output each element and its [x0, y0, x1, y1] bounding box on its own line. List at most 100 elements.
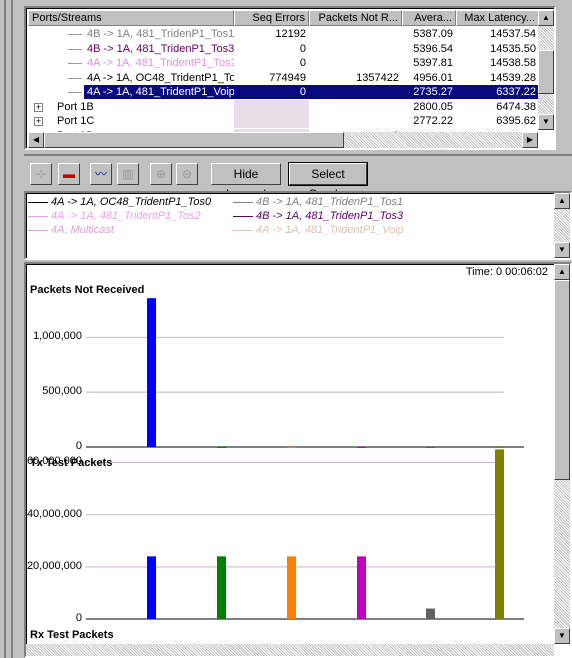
cell-pnr — [309, 100, 402, 114]
cell-seq: 0 — [234, 85, 309, 99]
y-tick-label: 40,000,000 — [26, 507, 82, 520]
scroll-up-icon[interactable]: ▲ — [554, 193, 570, 209]
table-row[interactable]: 4B -> 1A, 481_TridenP1_Tos3 0 5396.54 14535… — [28, 42, 539, 56]
scroll-down-icon[interactable]: ▼ — [538, 114, 554, 130]
cell-max: 6474.38 — [496, 100, 536, 113]
scroll-left-icon[interactable]: ◀ — [28, 132, 44, 148]
y-tick-label: 500,000 — [42, 385, 82, 398]
cell-avg: 2772.22 — [413, 115, 453, 127]
add-graph-button[interactable]: ⊹ — [30, 163, 52, 185]
vertical-scrollbar[interactable]: ▲ ▼ — [538, 10, 554, 130]
legend-scrollbar[interactable]: ▲ ▼ — [554, 193, 570, 258]
legend-item[interactable]: 4A, Multicast — [28, 224, 114, 236]
bar — [357, 447, 366, 448]
table-row[interactable]: 4A -> 1A, 481_TridentP1_Tos2 0 5397.81 1453… — [28, 56, 539, 70]
stream-name: 4A -> 1A, 481_TridentP1_Tos2 — [87, 57, 234, 69]
stream-name: Port 1B — [57, 100, 94, 113]
legend-panel: 4A -> 1A, OC48_TridentP1_Tos0 4B -> 1A, 4… — [24, 191, 572, 260]
chart-title: Rx Test Packets — [30, 629, 114, 641]
line-chart-button[interactable]: 〰 — [90, 163, 112, 185]
bar — [426, 447, 435, 448]
zoom-in-icon: ⊕ — [155, 167, 167, 181]
cell-seq: 0 — [299, 57, 306, 69]
bar-chart-button[interactable]: ▥ — [117, 163, 139, 185]
cell-pnr — [309, 42, 402, 56]
legend-swatch — [233, 201, 253, 203]
stream-name: 4A -> 1A, 481_TridentP1_Voip — [84, 85, 234, 99]
cell-seq — [234, 114, 309, 128]
expand-icon[interactable]: + — [34, 117, 43, 126]
legend-item[interactable]: 4A -> 1A, 481_TridentP1_Tos2 — [28, 210, 201, 222]
legend-item[interactable]: 4B -> 1A, 481_TridenP1_Tos1 — [233, 196, 403, 208]
cell-avg: 2800.05 — [413, 100, 453, 113]
cell-max: 14537.54 — [490, 28, 536, 40]
cell-seq: 0 — [299, 42, 306, 55]
scroll-right-icon[interactable]: ▶ — [522, 132, 538, 148]
chart-horizontal-scrollbar[interactable] — [26, 644, 554, 656]
line-chart-icon: 〰 — [94, 167, 107, 181]
zoom-out-button[interactable]: ⊖ — [176, 163, 198, 185]
expand-icon[interactable]: + — [34, 102, 43, 112]
tree-line — [68, 34, 82, 35]
chart-panel: Time: 0 00:06:02 Packets Not Received 0 50… — [24, 262, 572, 658]
cell-seq — [234, 99, 309, 114]
stream-name: 4A -> 1A, OC48_TridentP1_Tos0 — [87, 71, 234, 84]
tree-line — [68, 48, 82, 50]
column-header[interactable]: Seq Errors — [234, 10, 309, 26]
scroll-down-icon[interactable]: ▼ — [554, 242, 570, 258]
cell-max: 14535.50 — [490, 42, 536, 55]
cell-max: 6337.22 — [456, 85, 539, 99]
cell-max: 14539.28 — [490, 71, 536, 84]
legend-item[interactable]: 4A -> 1A, 481_TridentP1_Voip — [233, 224, 404, 236]
scroll-thumb[interactable] — [538, 50, 554, 94]
column-header[interactable]: Ports/Streams — [28, 10, 234, 26]
chart-title: Packets Not Received — [30, 284, 145, 296]
table-row[interactable]: 4A -> 1A, OC48_TridentP1_Tos0 774949 13574… — [28, 71, 539, 85]
cell-seq: 774949 — [269, 71, 306, 84]
bar — [426, 608, 435, 619]
bar — [357, 556, 366, 619]
bar — [287, 447, 296, 448]
stream-table: Ports/Streams Seq Errors Packets Not R... A… — [24, 6, 556, 150]
table-row[interactable]: Port 1C 2772.22 6395.62 + — [28, 114, 539, 128]
horizontal-scrollbar[interactable]: ◀ ▶ — [28, 132, 538, 148]
y-tick-label: 0 — [75, 440, 82, 452]
legend-item[interactable]: 4B -> 1A, 481_TridenP1_Tos3 — [233, 210, 403, 222]
bar — [217, 556, 226, 619]
y-tick-label: 60,000,000 — [26, 455, 82, 468]
column-header[interactable]: Avera... — [402, 10, 456, 26]
cell-avg: 4956.01 — [413, 71, 453, 84]
scroll-up-icon[interactable]: ▲ — [538, 10, 554, 26]
select-graphs-button[interactable]: Select Graphs — [288, 162, 368, 201]
bar — [287, 556, 296, 619]
table-row[interactable]: 4A -> 1A, 481_TridentP1_Voip 0 2735.27 6337… — [28, 85, 539, 99]
table-row[interactable]: 4B -> 1A, 481_TridenP1_Tos1 12192 5387.09 1… — [28, 27, 539, 41]
bar — [495, 447, 504, 448]
hide-legend-button[interactable]: Hide Legend — [211, 163, 281, 201]
y-tick-label: 1,000,000 — [33, 330, 82, 343]
stream-name: 4B -> 1A, 481_TridenP1_Tos1 — [87, 28, 234, 40]
stream-name: Port 1C — [57, 115, 95, 127]
tree-line — [68, 63, 82, 64]
scroll-thumb[interactable] — [44, 132, 344, 148]
splitter[interactable] — [24, 154, 572, 156]
scroll-up-icon[interactable]: ▲ — [554, 264, 570, 280]
legend-label: 4A -> 1A, 481_TridentP1_Tos2 — [51, 210, 201, 222]
chart-vertical-scrollbar[interactable]: ▲ ▼ — [554, 264, 570, 644]
legend-swatch — [28, 229, 48, 231]
column-header[interactable]: Packets Not R... — [309, 10, 402, 26]
zoom-in-button[interactable]: ⊕ — [150, 163, 172, 185]
cell-seq: 12192 — [275, 28, 306, 40]
legend-label: 4B -> 1A, 481_TridenP1_Tos1 — [256, 196, 404, 208]
cell-pnr — [309, 85, 402, 99]
column-header[interactable]: Max Latency... — [456, 10, 539, 26]
legend-item[interactable]: 4A -> 1A, OC48_TridentP1_Tos0 — [28, 196, 211, 208]
legend-swatch — [28, 201, 48, 203]
bar — [495, 449, 504, 619]
remove-graph-icon: ▬ — [63, 167, 75, 181]
tree-line — [68, 77, 82, 79]
table-row[interactable]: Port 1B 2800.05 6474.38 + — [28, 99, 539, 114]
scroll-down-icon[interactable]: ▼ — [554, 628, 570, 644]
remove-graph-button[interactable]: ▬ — [58, 163, 80, 185]
scroll-thumb[interactable] — [554, 280, 570, 480]
